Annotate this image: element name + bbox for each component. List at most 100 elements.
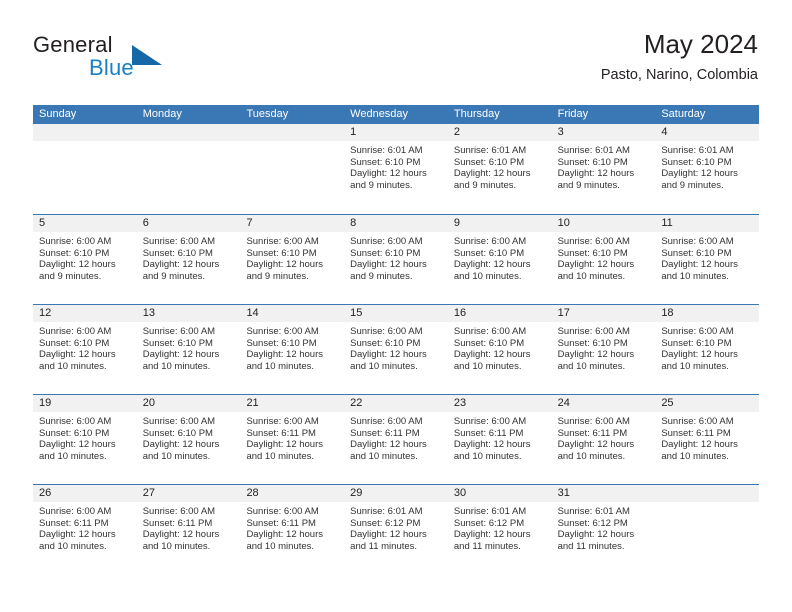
- day-sun-info: Sunrise: 6:00 AM Sunset: 6:10 PM Daylight:…: [33, 322, 137, 372]
- weekday-wednesday: Wednesday: [350, 108, 409, 120]
- daylight-text-line1: Daylight: 12 hours: [39, 349, 116, 361]
- daylight-text-line2: and 10 minutes.: [661, 360, 729, 372]
- day-sun-info: Sunrise: 6:00 AM Sunset: 6:10 PM Daylight:…: [552, 322, 656, 372]
- sunset-text: Sunset: 6:11 PM: [142, 517, 213, 529]
- sunrise-text: Sunrise: 6:00 AM: [557, 236, 630, 247]
- daylight-text-line1: Daylight: 12 hours: [661, 349, 738, 361]
- sunset-text: Sunset: 6:10 PM: [557, 337, 628, 349]
- day-number: 4: [655, 124, 760, 141]
- week-row: 26 Sunrise: 6:00 AM Sunset: 6:11 PM Dayligh…: [33, 484, 760, 574]
- day-sun-info: Sunrise: 6:00 AM Sunset: 6:10 PM Daylight:…: [137, 232, 241, 282]
- page-title: May 2024: [643, 29, 758, 59]
- day-cell[interactable]: 8 Sunrise: 6:00 AM Sunset: 6:10 PM Daylight…: [344, 215, 448, 304]
- sunset-text: Sunset: 6:10 PM: [142, 337, 213, 349]
- sunset-text: Sunset: 6:10 PM: [453, 337, 525, 349]
- page-header: General Blue May 2024 Pasto, Narino, Col…: [33, 28, 758, 96]
- weekday-tuesday: Tuesday: [246, 108, 289, 120]
- day-sun-info: Sunrise: 6:00 AM Sunset: 6:11 PM Daylight:…: [552, 412, 656, 462]
- day-cell[interactable]: 26 Sunrise: 6:00 AM Sunset: 6:11 PM Dayligh…: [33, 485, 137, 574]
- day-cell[interactable]: 19 Sunrise: 6:00 AM Sunset: 6:10 PM Dayligh…: [33, 395, 137, 484]
- day-cell[interactable]: 5 Sunrise: 6:00 AM Sunset: 6:10 PM Daylight…: [33, 215, 137, 304]
- sunset-text: Sunset: 6:10 PM: [661, 247, 732, 259]
- day-cell[interactable]: 31 Sunrise: 6:01 AM Sunset: 6:12 PM Dayligh…: [551, 485, 656, 574]
- sunrise-text: Sunrise: 6:00 AM: [142, 416, 216, 427]
- daylight-text-line1: Daylight: 12 hours: [350, 349, 427, 361]
- day-cell[interactable]: 3 Sunrise: 6:01 AM Sunset: 6:10 PM Daylight…: [551, 124, 656, 214]
- day-sun-info: Sunrise: 6:01 AM Sunset: 6:12 PM Daylight:…: [552, 502, 656, 552]
- daylight-text-line1: Daylight: 12 hours: [661, 168, 738, 180]
- day-sun-info: Sunrise: 6:00 AM Sunset: 6:11 PM Daylight:…: [344, 412, 448, 462]
- daylight-text-line1: Daylight: 12 hours: [453, 168, 531, 180]
- day-cell-empty: [655, 485, 760, 574]
- daylight-text-line2: and 10 minutes.: [453, 360, 522, 372]
- sunrise-text: Sunrise: 6:01 AM: [350, 145, 423, 156]
- daylight-text-line1: Daylight: 12 hours: [350, 529, 427, 541]
- triangle-flag-icon: [132, 45, 162, 65]
- sunset-text: Sunset: 6:11 PM: [246, 427, 316, 439]
- sunset-text: Sunset: 6:10 PM: [39, 247, 110, 259]
- daylight-text-line1: Daylight: 12 hours: [142, 439, 220, 451]
- sunrise-text: Sunrise: 6:00 AM: [39, 506, 112, 517]
- day-cell[interactable]: 12 Sunrise: 6:00 AM Sunset: 6:10 PM Dayligh…: [33, 305, 137, 394]
- day-cell[interactable]: 25 Sunrise: 6:00 AM Sunset: 6:11 PM Dayligh…: [655, 395, 760, 484]
- day-cell[interactable]: 9 Sunrise: 6:00 AM Sunset: 6:10 PM Daylight…: [447, 215, 552, 304]
- day-cell[interactable]: 20 Sunrise: 6:00 AM Sunset: 6:10 PM Dayligh…: [136, 395, 241, 484]
- weekday-sunday: Sunday: [39, 108, 77, 120]
- daylight-text-line1: Daylight: 12 hours: [453, 259, 531, 271]
- daylight-text-line2: and 9 minutes.: [350, 179, 413, 191]
- daylight-text-line2: and 10 minutes.: [39, 360, 107, 372]
- weekday-thursday: Thursday: [453, 108, 500, 120]
- day-cell[interactable]: 6 Sunrise: 6:00 AM Sunset: 6:10 PM Daylight…: [136, 215, 241, 304]
- day-sun-info: Sunrise: 6:00 AM Sunset: 6:10 PM Daylight:…: [137, 412, 241, 462]
- day-cell[interactable]: 18 Sunrise: 6:00 AM Sunset: 6:10 PM Dayligh…: [655, 305, 760, 394]
- day-cell[interactable]: 2 Sunrise: 6:01 AM Sunset: 6:10 PM Daylight…: [447, 124, 552, 214]
- day-number: 12: [33, 305, 137, 322]
- sunset-text: Sunset: 6:10 PM: [453, 247, 525, 259]
- daylight-text-line1: Daylight: 12 hours: [142, 529, 220, 541]
- brand-logo[interactable]: General Blue: [33, 32, 263, 90]
- day-sun-info: Sunrise: 6:00 AM Sunset: 6:10 PM Daylight:…: [655, 322, 759, 372]
- day-cell[interactable]: 27 Sunrise: 6:00 AM Sunset: 6:11 PM Dayligh…: [136, 485, 241, 574]
- day-number: 21: [240, 395, 345, 412]
- day-number: 3: [551, 124, 656, 141]
- day-cell[interactable]: 1 Sunrise: 6:01 AM Sunset: 6:10 PM Daylight…: [344, 124, 448, 214]
- day-number: 17: [551, 305, 656, 322]
- sunrise-text: Sunrise: 6:00 AM: [246, 506, 319, 517]
- sunrise-text: Sunrise: 6:00 AM: [350, 236, 423, 247]
- sunrise-text: Sunrise: 6:01 AM: [557, 145, 630, 156]
- sunrise-text: Sunrise: 6:01 AM: [453, 506, 527, 517]
- day-cell[interactable]: 11 Sunrise: 6:00 AM Sunset: 6:10 PM Dayligh…: [655, 215, 760, 304]
- day-sun-info: Sunrise: 6:00 AM Sunset: 6:10 PM Daylight:…: [655, 232, 759, 282]
- day-cell[interactable]: 4 Sunrise: 6:01 AM Sunset: 6:10 PM Daylight…: [655, 124, 760, 214]
- daylight-text-line1: Daylight: 12 hours: [142, 349, 220, 361]
- day-number: 15: [344, 305, 448, 322]
- daylight-text-line1: Daylight: 12 hours: [246, 349, 324, 361]
- daylight-text-line1: Daylight: 12 hours: [39, 529, 116, 541]
- sunset-text: Sunset: 6:10 PM: [661, 156, 732, 168]
- day-cell[interactable]: 14 Sunrise: 6:00 AM Sunset: 6:10 PM Dayligh…: [240, 305, 345, 394]
- daylight-text-line2: and 9 minutes.: [142, 270, 206, 282]
- daylight-text-line1: Daylight: 12 hours: [453, 529, 531, 541]
- day-cell[interactable]: 28 Sunrise: 6:00 AM Sunset: 6:11 PM Dayligh…: [240, 485, 345, 574]
- day-number: [655, 485, 760, 502]
- sunset-text: Sunset: 6:12 PM: [557, 517, 628, 529]
- sunrise-text: Sunrise: 6:00 AM: [661, 416, 734, 427]
- day-cell[interactable]: 24 Sunrise: 6:00 AM Sunset: 6:11 PM Dayligh…: [551, 395, 656, 484]
- day-cell[interactable]: 29 Sunrise: 6:01 AM Sunset: 6:12 PM Dayligh…: [344, 485, 448, 574]
- day-cell[interactable]: 16 Sunrise: 6:00 AM Sunset: 6:10 PM Dayligh…: [447, 305, 552, 394]
- day-cell[interactable]: 7 Sunrise: 6:00 AM Sunset: 6:10 PM Daylight…: [240, 215, 345, 304]
- day-cell[interactable]: 15 Sunrise: 6:00 AM Sunset: 6:10 PM Dayligh…: [344, 305, 448, 394]
- day-cell[interactable]: 30 Sunrise: 6:01 AM Sunset: 6:12 PM Dayligh…: [447, 485, 552, 574]
- day-cell[interactable]: 22 Sunrise: 6:00 AM Sunset: 6:11 PM Dayligh…: [344, 395, 448, 484]
- sunrise-text: Sunrise: 6:00 AM: [453, 416, 527, 427]
- day-cell[interactable]: 13 Sunrise: 6:00 AM Sunset: 6:10 PM Dayligh…: [136, 305, 241, 394]
- day-cell[interactable]: 10 Sunrise: 6:00 AM Sunset: 6:10 PM Dayligh…: [551, 215, 656, 304]
- day-cell[interactable]: 23 Sunrise: 6:00 AM Sunset: 6:11 PM Dayligh…: [447, 395, 552, 484]
- week-row: 5 Sunrise: 6:00 AM Sunset: 6:10 PM Daylight…: [33, 214, 760, 304]
- day-number: 26: [33, 485, 137, 502]
- day-cell[interactable]: 21 Sunrise: 6:00 AM Sunset: 6:11 PM Dayligh…: [240, 395, 345, 484]
- sunset-text: Sunset: 6:11 PM: [661, 427, 731, 439]
- daylight-text-line1: Daylight: 12 hours: [39, 259, 116, 271]
- day-cell[interactable]: 17 Sunrise: 6:00 AM Sunset: 6:10 PM Dayligh…: [551, 305, 656, 394]
- day-sun-info: Sunrise: 6:00 AM Sunset: 6:11 PM Daylight:…: [240, 412, 344, 462]
